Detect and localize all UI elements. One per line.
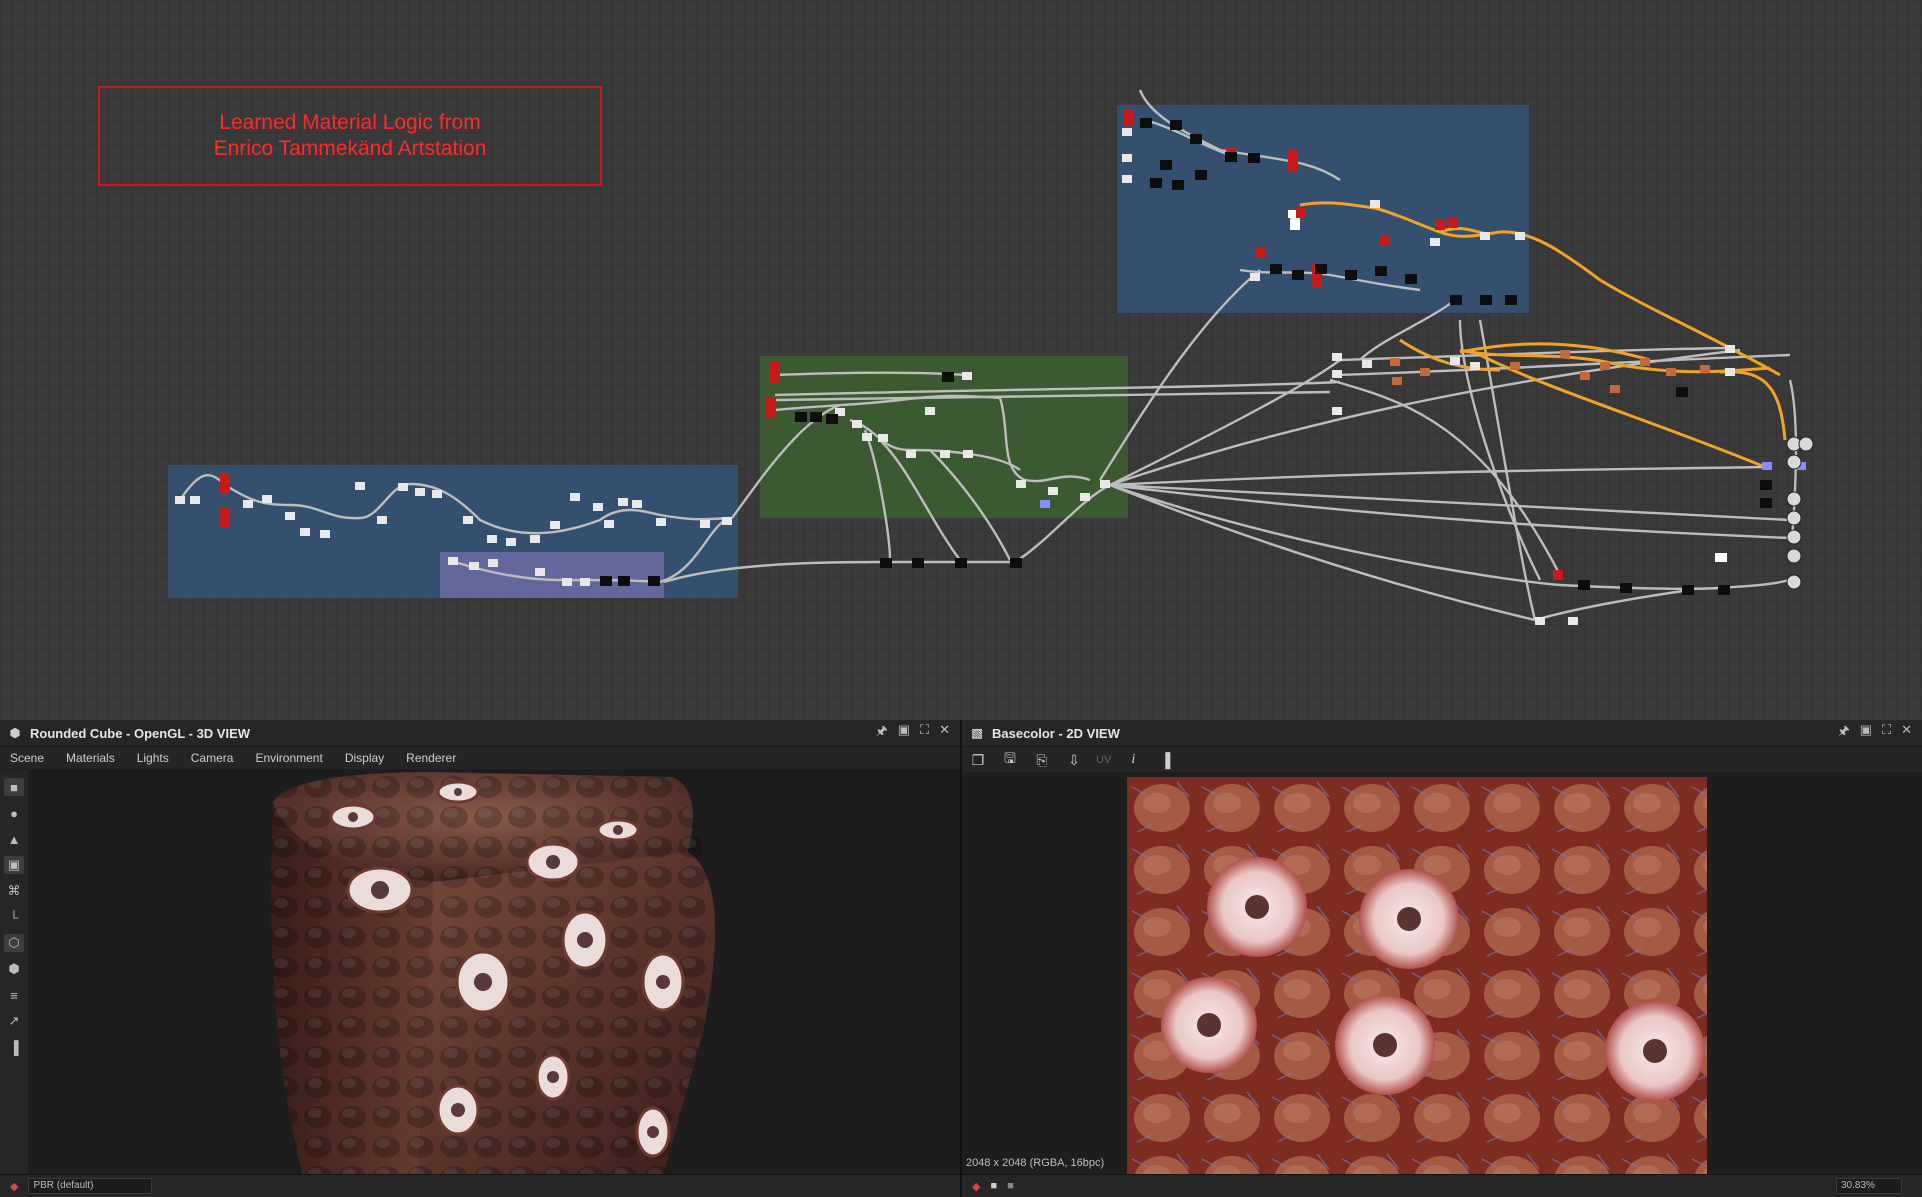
menu-display[interactable]: Display — [345, 751, 384, 765]
layers-icon[interactable]: ≡ — [4, 986, 24, 1004]
texture-resolution-label: 2048 x 2048 (RGBA, 16bpc) — [966, 1157, 1105, 1169]
menu-materials[interactable]: Materials — [66, 751, 115, 765]
float-icon[interactable]: ▣ — [1860, 722, 1872, 744]
render-mode-icon: ◆ — [10, 1180, 19, 1193]
save-icon[interactable]: 🖫 — [1000, 750, 1020, 770]
histogram-icon[interactable]: ▐ — [4, 1038, 24, 1056]
camera-icon[interactable]: ■ — [4, 778, 24, 796]
zoom-field[interactable]: 30.83% — [1836, 1178, 1902, 1194]
view3d-viewport[interactable] — [28, 770, 960, 1175]
pin-icon[interactable]: 🖈 — [1838, 722, 1850, 744]
light-icon[interactable]: ● — [4, 804, 24, 822]
graph-comment-frame[interactable]: Learned Material Logic from Enrico Tamme… — [98, 86, 602, 186]
image-icon: ▧ — [971, 726, 983, 740]
view2d-titlebar[interactable]: ▧ Basecolor - 2D VIEW 🖈 ▣ ⛶ ✕ — [962, 720, 1922, 747]
view3d-menubar: Scene Materials Lights Camera Environmen… — [0, 747, 960, 769]
channel-gray-icon[interactable]: ■ — [1007, 1180, 1014, 1192]
view2d-toolbar: ❐ 🖫 ⎘ ⇩ UV i ▐ — [962, 747, 1922, 773]
frame-lavender[interactable] — [440, 552, 664, 598]
copy-icon[interactable]: ❐ — [968, 750, 988, 770]
channel-black-icon[interactable]: ■ — [990, 1180, 997, 1192]
wireframe-icon[interactable]: ⬢ — [4, 960, 24, 978]
menu-renderer[interactable]: Renderer — [406, 751, 456, 765]
screenshot-icon[interactable]: ▣ — [4, 856, 24, 874]
view2d-title: Basecolor - 2D VIEW — [992, 725, 1120, 741]
frame-blue-top[interactable] — [1117, 105, 1529, 313]
environment-icon[interactable]: ▲ — [4, 830, 24, 848]
object-icon[interactable]: ⬡ — [4, 934, 24, 952]
node-graph-canvas[interactable]: Learned Material Logic from Enrico Tamme… — [0, 0, 1922, 720]
frame-icon[interactable]: ⌘ — [4, 882, 24, 900]
rounded-cube-render — [271, 772, 715, 1175]
maximize-icon[interactable]: ⛶ — [1882, 722, 1891, 744]
view2d-viewport[interactable]: 2048 x 2048 (RGBA, 16bpc) — [962, 772, 1922, 1175]
close-icon[interactable]: ✕ — [1901, 722, 1912, 744]
info-icon[interactable]: i — [1123, 750, 1143, 770]
comment-line-1: Learned Material Logic from — [219, 111, 481, 134]
menu-environment[interactable]: Environment — [255, 751, 322, 765]
view3d-panel: ⬢ Rounded Cube - OpenGL - 3D VIEW 🖈 ▣ ⛶ … — [0, 720, 960, 1197]
render-mode-dropdown[interactable]: PBR (default) — [28, 1178, 153, 1194]
comment-line-2: Enrico Tammekänd Artstation — [213, 137, 487, 160]
export-icon[interactable]: ⇩ — [1064, 750, 1084, 770]
close-icon[interactable]: ✕ — [939, 722, 950, 744]
cube-icon: ⬢ — [9, 726, 21, 740]
view2d-statusbar: ◆ ■ ■ 30.83% — [962, 1174, 1922, 1197]
maximize-icon[interactable]: ⛶ — [920, 722, 929, 744]
channel-color-icon[interactable]: ◆ — [972, 1180, 980, 1193]
menu-scene[interactable]: Scene — [10, 751, 44, 765]
view3d-side-toolbar: ■ ● ▲ ▣ ⌘ └ ⬡ ⬢ ≡ ↗ ▐ — [0, 770, 28, 1175]
view3d-title: Rounded Cube - OpenGL - 3D VIEW — [30, 725, 251, 741]
view2d-panel: ▧ Basecolor - 2D VIEW 🖈 ▣ ⛶ ✕ ❐ 🖫 ⎘ ⇩ UV… — [962, 720, 1922, 1197]
basecolor-texture — [1127, 777, 1707, 1175]
view3d-statusbar: ◆ PBR (default) — [0, 1174, 960, 1197]
float-icon[interactable]: ▣ — [898, 722, 910, 744]
clipboard-icon[interactable]: ⎘ — [1032, 750, 1052, 770]
histogram-icon[interactable]: ▐ — [1155, 750, 1175, 770]
uv-toggle[interactable]: UV — [1096, 754, 1111, 766]
view3d-titlebar[interactable]: ⬢ Rounded Cube - OpenGL - 3D VIEW 🖈 ▣ ⛶ … — [0, 720, 960, 747]
menu-lights[interactable]: Lights — [137, 751, 169, 765]
menu-camera[interactable]: Camera — [191, 751, 234, 765]
axis-icon[interactable]: └ — [4, 908, 24, 926]
gizmo-icon[interactable]: ↗ — [4, 1012, 24, 1030]
pin-icon[interactable]: 🖈 — [876, 722, 888, 744]
